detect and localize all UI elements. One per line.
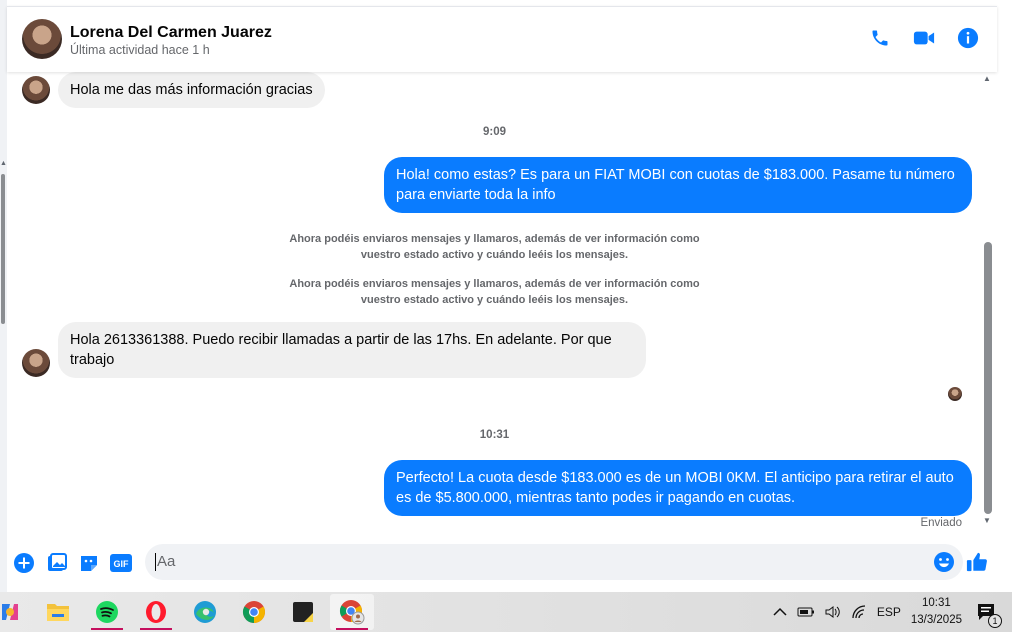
clock-time: 10:31 — [922, 597, 951, 609]
scroll-up-arrow-icon[interactable]: ▲ — [983, 74, 991, 83]
file-explorer-icon[interactable] — [36, 594, 80, 630]
sent-status: Enviado — [920, 517, 962, 529]
incoming-message[interactable]: Hola me das más información gracias — [58, 72, 325, 108]
text-caret — [155, 553, 156, 571]
contact-status: Última actividad hace 1 h — [70, 43, 210, 57]
contact-name[interactable]: Lorena Del Carmen Juarez — [70, 24, 272, 42]
chrome-profile-icon[interactable] — [330, 594, 374, 630]
contact-avatar[interactable] — [22, 19, 62, 59]
video-camera-icon[interactable] — [913, 27, 935, 49]
message-scrollbar[interactable]: ▲ ▼ — [982, 72, 994, 532]
chat-header: Lorena Del Carmen Juarez Última activida… — [7, 6, 997, 72]
wifi-icon[interactable] — [851, 605, 867, 619]
chevron-up-icon[interactable] — [773, 607, 787, 617]
spotify-icon[interactable] — [85, 594, 129, 630]
gif-label: GIF — [114, 559, 130, 569]
scroll-up-arrow-icon[interactable]: ▲ — [0, 160, 7, 167]
message-input-placeholder: Aa — [157, 553, 176, 570]
outgoing-message[interactable]: Hola! como estas? Es para un FIAT MOBI c… — [384, 157, 972, 213]
system-notice: Ahora podéis enviaros mensajes y llamaro… — [289, 233, 700, 261]
windows-taskbar: ESP 10:31 13/3/2025 1 — [0, 592, 1012, 632]
emoji-icon[interactable] — [933, 551, 955, 573]
running-indicator — [336, 628, 368, 630]
notification-center-icon[interactable]: 1 — [976, 602, 1002, 628]
left-scrollbar-thumb[interactable] — [1, 174, 5, 324]
battery-icon[interactable] — [797, 606, 815, 618]
message-timestamp: 9:09 — [482, 126, 507, 138]
edge-icon[interactable] — [183, 594, 227, 630]
clock[interactable]: 10:31 13/3/2025 — [911, 595, 962, 629]
left-panel-edge: ▲ — [0, 0, 7, 592]
running-indicator — [91, 628, 123, 630]
info-icon[interactable] — [957, 27, 979, 49]
system-tray: ESP 10:31 13/3/2025 1 — [773, 592, 1012, 632]
scroll-down-arrow-icon[interactable]: ▼ — [983, 516, 991, 525]
sticker-icon[interactable] — [78, 552, 100, 574]
like-icon[interactable] — [965, 550, 989, 574]
language-indicator[interactable]: ESP — [877, 605, 901, 619]
scrollbar-thumb[interactable] — [984, 242, 992, 514]
notification-count-badge: 1 — [988, 614, 1002, 628]
composer-bar: GIF Aa — [7, 540, 997, 586]
header-actions — [869, 27, 979, 49]
outgoing-message[interactable]: Perfecto! La cuota desde $183.000 es de … — [384, 460, 972, 516]
sticky-notes-icon[interactable] — [281, 594, 325, 630]
message-timestamp: 10:31 — [479, 429, 510, 441]
clock-date: 13/3/2025 — [910, 614, 962, 626]
phone-icon[interactable] — [869, 27, 891, 49]
read-receipt-avatar — [948, 387, 962, 401]
volume-icon[interactable] — [825, 605, 841, 619]
contact-avatar-small[interactable] — [22, 76, 50, 104]
opera-icon[interactable] — [134, 594, 178, 630]
incoming-message[interactable]: Hola 2613361388. Puedo recibir llamadas … — [58, 322, 646, 378]
copilot-icon[interactable] — [0, 594, 32, 630]
gif-icon[interactable]: GIF — [109, 552, 133, 574]
message-input[interactable]: Aa — [145, 544, 963, 580]
add-icon[interactable] — [13, 552, 35, 574]
system-notice: Ahora podéis enviaros mensajes y llamaro… — [289, 278, 700, 306]
gallery-icon[interactable] — [46, 552, 68, 574]
messenger-window: { "contact": { "name": "Lorena Del Carme… — [0, 0, 1012, 632]
running-indicator — [140, 628, 172, 630]
contact-avatar-small[interactable] — [22, 349, 50, 377]
message-list[interactable]: Hola me das más información gracias 9:09… — [7, 72, 982, 540]
chrome-icon[interactable] — [232, 594, 276, 630]
